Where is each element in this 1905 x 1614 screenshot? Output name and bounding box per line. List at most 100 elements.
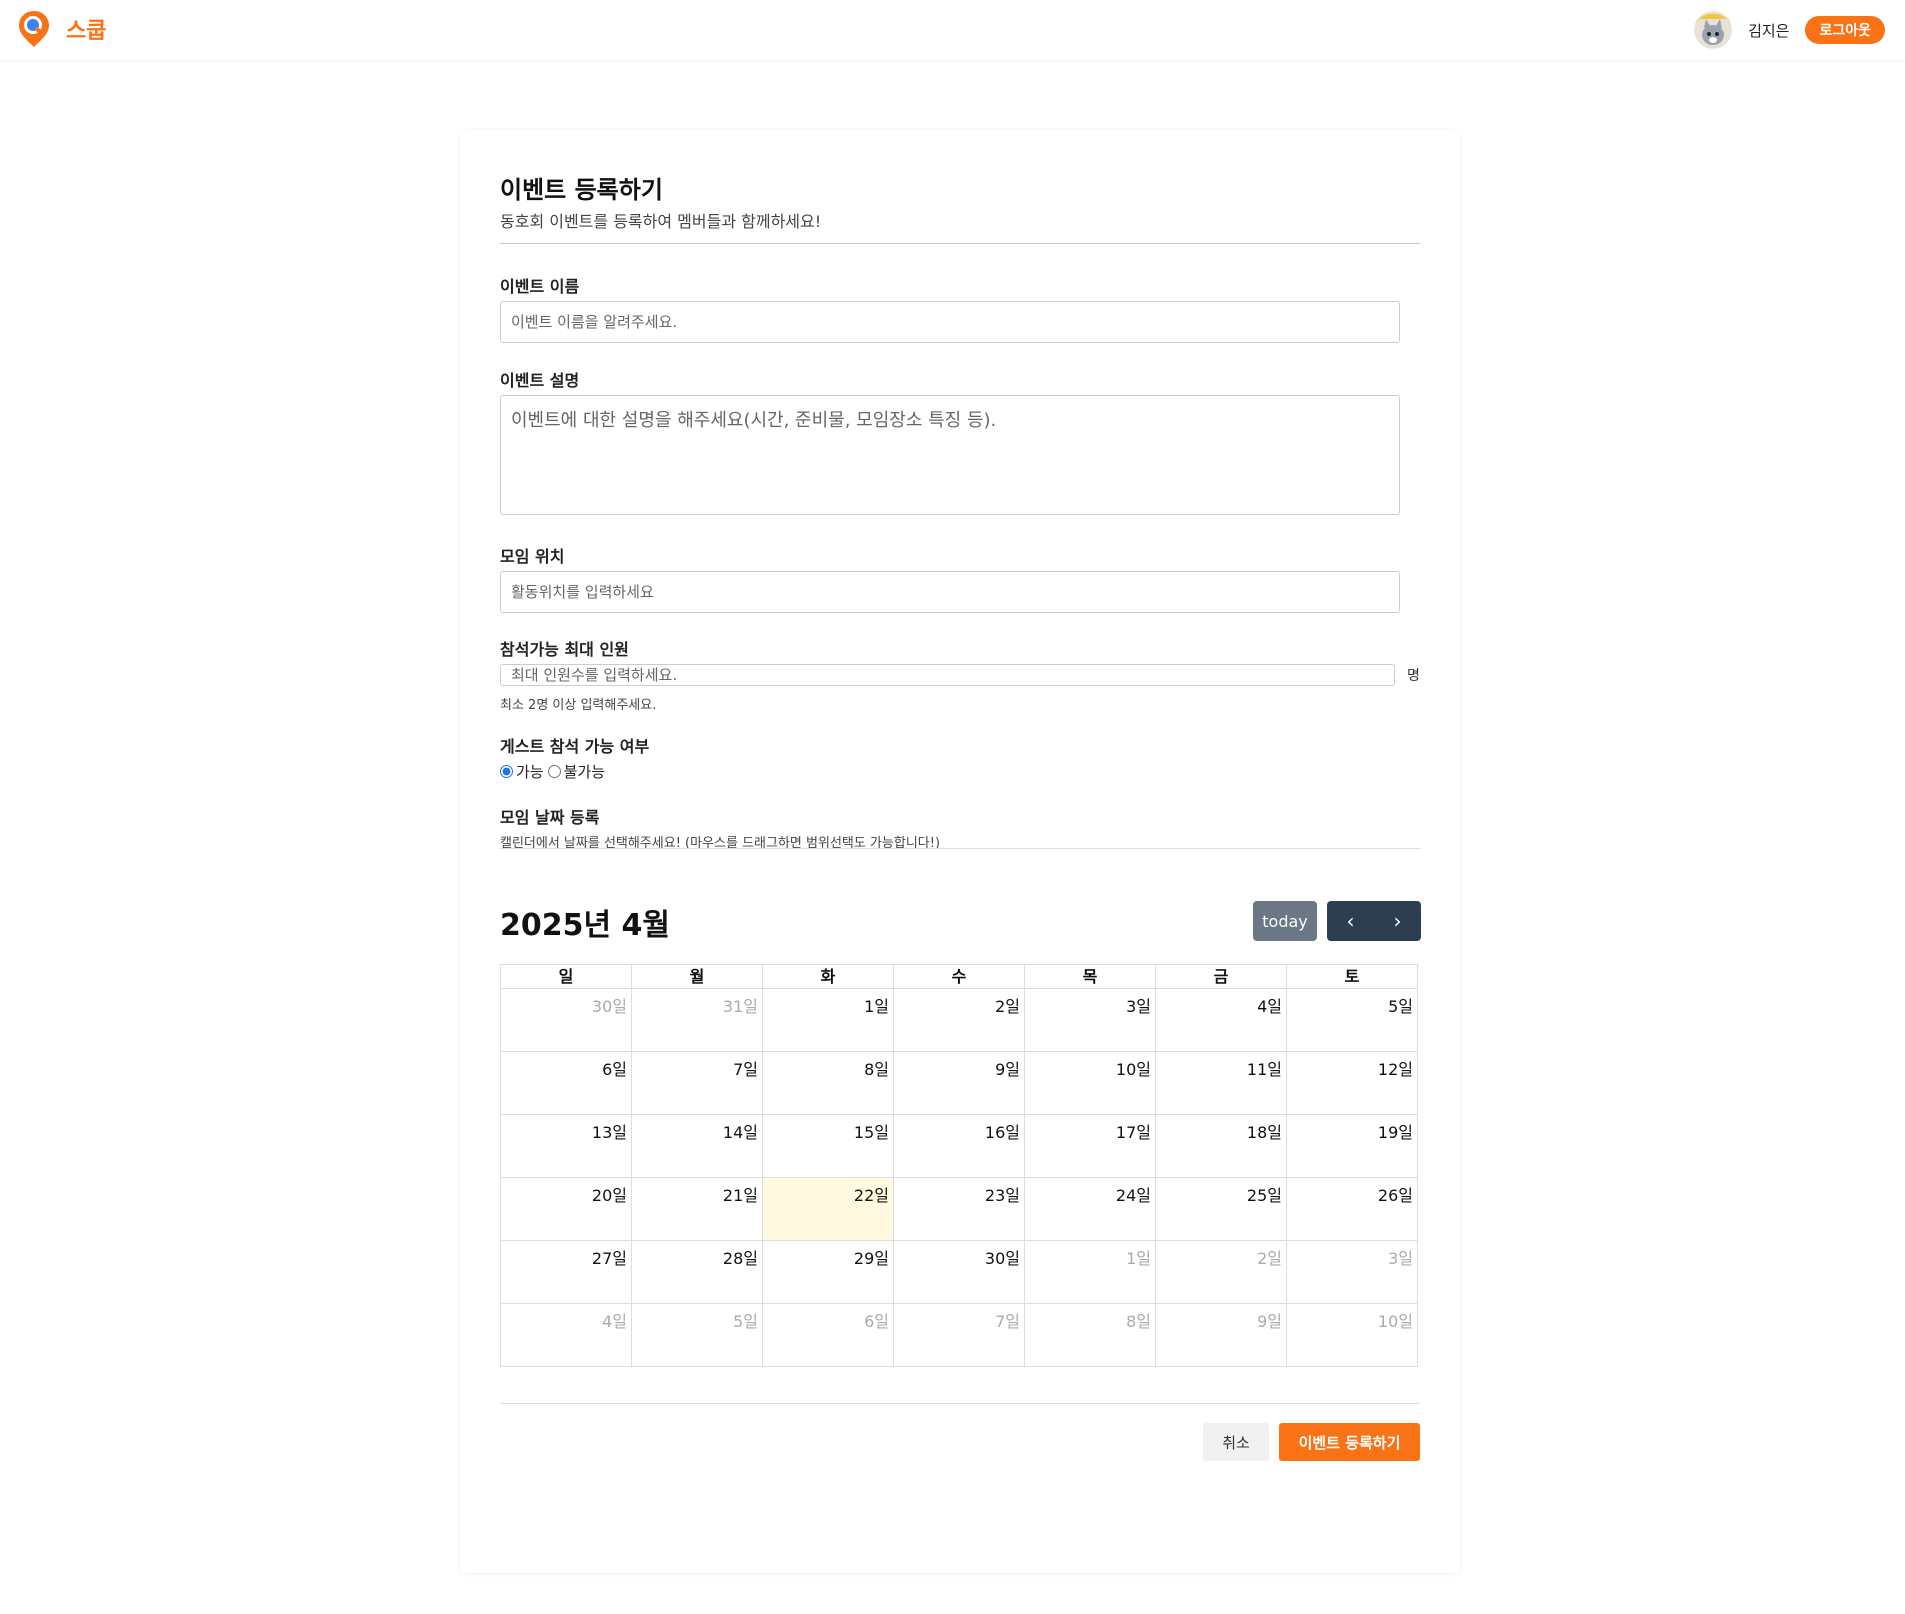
- calendar-day[interactable]: 2일: [894, 989, 1025, 1052]
- day-number: 17일: [1115, 1123, 1151, 1142]
- cancel-button[interactable]: 취소: [1203, 1423, 1269, 1461]
- day-number: 23일: [984, 1186, 1020, 1205]
- calendar-day[interactable]: 3일: [1287, 1241, 1418, 1304]
- calendar-day[interactable]: 29일: [763, 1241, 894, 1304]
- calendar-day[interactable]: 5일: [1287, 989, 1418, 1052]
- calendar-day[interactable]: 5일: [632, 1304, 763, 1367]
- max-attendees-label: 참석가능 최대 인원: [500, 640, 629, 659]
- location-input[interactable]: [500, 571, 1400, 613]
- calendar-day[interactable]: 21일: [632, 1178, 763, 1241]
- calendar-day[interactable]: 15일: [763, 1115, 894, 1178]
- calendar-day[interactable]: 25일: [1156, 1178, 1287, 1241]
- event-desc-textarea[interactable]: [500, 395, 1400, 515]
- day-number: 2일: [1257, 1249, 1282, 1268]
- divider: [500, 848, 1420, 849]
- day-number: 21일: [722, 1186, 758, 1205]
- chevron-left-icon: ‹: [1346, 909, 1355, 933]
- calendar-day[interactable]: 27일: [501, 1241, 632, 1304]
- calendar-day[interactable]: 10일: [1025, 1052, 1156, 1115]
- day-number: 18일: [1246, 1123, 1282, 1142]
- day-number: 10일: [1115, 1060, 1151, 1079]
- brand-name: 스쿱: [66, 19, 107, 44]
- calendar-day[interactable]: 24일: [1025, 1178, 1156, 1241]
- calendar-day[interactable]: 8일: [1025, 1304, 1156, 1367]
- submit-event-button[interactable]: 이벤트 등록하기: [1279, 1423, 1420, 1461]
- unit-label: 명: [1407, 668, 1420, 684]
- calendar-day[interactable]: 2일: [1156, 1241, 1287, 1304]
- avatar[interactable]: [1694, 11, 1733, 49]
- calendar-week-row: 30일 31일 1일 2일 3일 4일 5일: [501, 989, 1418, 1052]
- event-form-card: 이벤트 등록하기 동호회 이벤트를 등록하여 멤버들과 함께하세요! 이벤트 이…: [460, 130, 1460, 1573]
- calendar-day[interactable]: 4일: [1156, 989, 1287, 1052]
- calendar-day[interactable]: 10일: [1287, 1304, 1418, 1367]
- calendar-day[interactable]: 9일: [894, 1052, 1025, 1115]
- day-number: 15일: [853, 1123, 889, 1142]
- calendar-day[interactable]: 20일: [501, 1178, 632, 1241]
- guest-allowed-option-label[interactable]: 가능: [516, 761, 544, 782]
- event-date-label: 모임 날짜 등록: [500, 808, 600, 827]
- calendar-day[interactable]: 8일: [763, 1052, 894, 1115]
- day-number: 1일: [864, 997, 889, 1016]
- max-attendees-input[interactable]: [500, 664, 1395, 686]
- calendar-day[interactable]: 18일: [1156, 1115, 1287, 1178]
- day-number: 3일: [1126, 997, 1151, 1016]
- calendar-day[interactable]: 7일: [632, 1052, 763, 1115]
- guest-not-allowed-option-label[interactable]: 불가능: [564, 761, 605, 782]
- calendar-day[interactable]: 26일: [1287, 1178, 1418, 1241]
- calendar-day[interactable]: 30일: [501, 989, 632, 1052]
- calendar-day[interactable]: 7일: [894, 1304, 1025, 1367]
- weekday-header: 월: [632, 965, 763, 989]
- day-number: 4일: [1257, 997, 1282, 1016]
- day-number: 3일: [1388, 1249, 1413, 1268]
- calendar-day[interactable]: 1일: [763, 989, 894, 1052]
- calendar-day[interactable]: 6일: [763, 1304, 894, 1367]
- calendar-day[interactable]: 12일: [1287, 1052, 1418, 1115]
- day-number: 9일: [1257, 1312, 1282, 1331]
- max-attendees-row: 명: [500, 664, 1420, 686]
- calendar-day[interactable]: 31일: [632, 989, 763, 1052]
- day-number: 26일: [1377, 1186, 1413, 1205]
- today-button[interactable]: today: [1253, 901, 1317, 941]
- event-name-input[interactable]: [500, 301, 1400, 343]
- calendar-day[interactable]: 28일: [632, 1241, 763, 1304]
- calendar-day[interactable]: 30일: [894, 1241, 1025, 1304]
- day-number: 16일: [984, 1123, 1020, 1142]
- calendar-day[interactable]: 9일: [1156, 1304, 1287, 1367]
- calendar-day[interactable]: 6일: [501, 1052, 632, 1115]
- weekday-header: 목: [1025, 965, 1156, 989]
- calendar-day[interactable]: 11일: [1156, 1052, 1287, 1115]
- max-attendees-hint: 최소 2명 이상 입력해주세요.: [500, 698, 657, 713]
- guest-not-allowed-radio[interactable]: [547, 765, 561, 778]
- day-number: 14일: [722, 1123, 758, 1142]
- guest-allowed-radio[interactable]: [500, 765, 513, 778]
- day-number: 1일: [1126, 1249, 1151, 1268]
- user-name: 김지은: [1748, 21, 1790, 40]
- location-pin-logo-icon: [19, 11, 49, 47]
- day-number: 28일: [722, 1249, 758, 1268]
- calendar-day[interactable]: 3일: [1025, 989, 1156, 1052]
- location-field-wrap: [500, 571, 1420, 613]
- day-number: 6일: [864, 1312, 889, 1331]
- calendar-day[interactable]: 4일: [501, 1304, 632, 1367]
- day-number: 13일: [591, 1123, 627, 1142]
- logo[interactable]: 스쿱: [18, 10, 106, 48]
- calendar-week-row: 6일 7일 8일 9일 10일 11일 12일: [501, 1052, 1418, 1115]
- day-number: 4일: [602, 1312, 627, 1331]
- calendar-day[interactable]: 14일: [632, 1115, 763, 1178]
- calendar-day[interactable]: 16일: [894, 1115, 1025, 1178]
- logout-button[interactable]: 로그아웃: [1805, 16, 1885, 44]
- day-number: 7일: [995, 1312, 1020, 1331]
- calendar-grid: 일월화수목금토 30일 31일 1일 2일 3일 4일 5일 6일 7일 8일 9일 10일 11일 12…: [500, 964, 1418, 1367]
- next-month-button[interactable]: ›: [1374, 901, 1421, 941]
- calendar-day-today[interactable]: 22일: [763, 1178, 894, 1241]
- calendar-day[interactable]: 17일: [1025, 1115, 1156, 1178]
- calendar-day[interactable]: 1일: [1025, 1241, 1156, 1304]
- day-number: 9일: [995, 1060, 1020, 1079]
- day-number: 27일: [591, 1249, 627, 1268]
- calendar-day[interactable]: 13일: [501, 1115, 632, 1178]
- calendar-day[interactable]: 19일: [1287, 1115, 1418, 1178]
- day-number: 30일: [984, 1249, 1020, 1268]
- calendar-day[interactable]: 23일: [894, 1178, 1025, 1241]
- day-number: 24일: [1115, 1186, 1151, 1205]
- prev-month-button[interactable]: ‹: [1327, 901, 1374, 941]
